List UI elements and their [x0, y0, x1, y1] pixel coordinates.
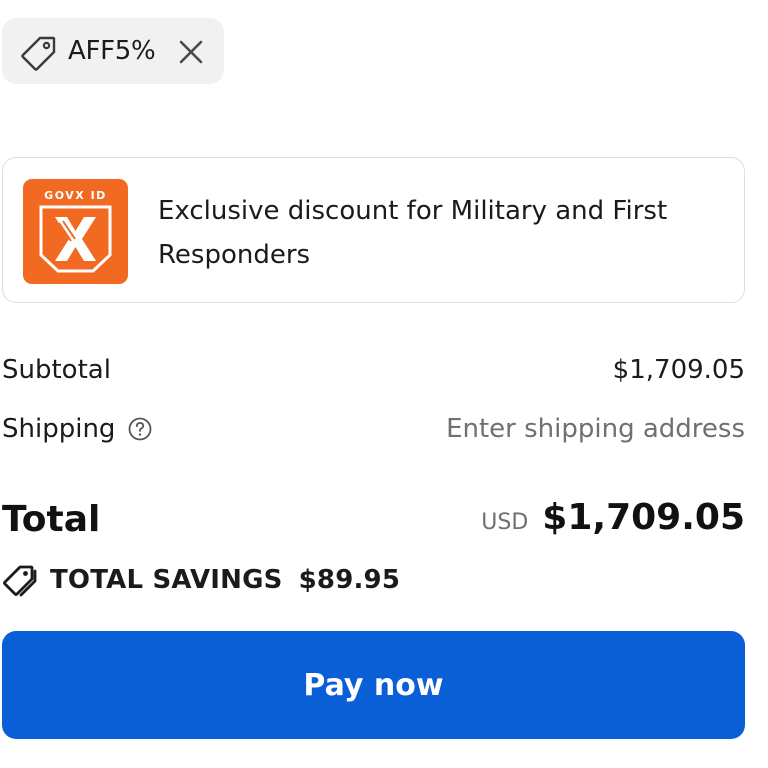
tag-icon [21, 36, 56, 71]
total-label: Total [2, 499, 101, 540]
shipping-label: Shipping [2, 414, 116, 444]
close-icon[interactable] [174, 35, 208, 69]
total-savings: TOTAL SAVINGS $89.95 [2, 562, 400, 598]
tags-icon [3, 565, 37, 597]
shipping-value: Enter shipping address [446, 414, 745, 444]
shipping-label-row: Shipping [2, 414, 153, 444]
help-circle-icon[interactable] [127, 416, 153, 442]
military-discount-message: Exclusive discount for Military and Firs… [158, 196, 668, 270]
total-savings-label: TOTAL SAVINGS [50, 565, 283, 595]
checkout-summary: AFF5% GOVX ID Exclusive discount for Mil… [0, 0, 768, 768]
subtotal-value: $1,709.05 [612, 355, 745, 385]
svg-text:GOVX ID: GOVX ID [44, 189, 107, 202]
total-amount-group: USD $1,709.05 [481, 497, 745, 538]
govx-logo: GOVX ID [23, 179, 128, 284]
pay-now-button[interactable]: Pay now [2, 631, 745, 739]
discount-code-label: AFF5% [68, 36, 156, 66]
discount-code-chip: AFF5% [2, 18, 224, 84]
total-amount: $1,709.05 [542, 497, 745, 538]
subtotal-label: Subtotal [2, 355, 111, 385]
total-savings-amount: $89.95 [298, 565, 401, 595]
military-discount-card[interactable]: GOVX ID Exclusive discount for Military … [2, 157, 745, 303]
currency-code: USD [481, 510, 529, 535]
